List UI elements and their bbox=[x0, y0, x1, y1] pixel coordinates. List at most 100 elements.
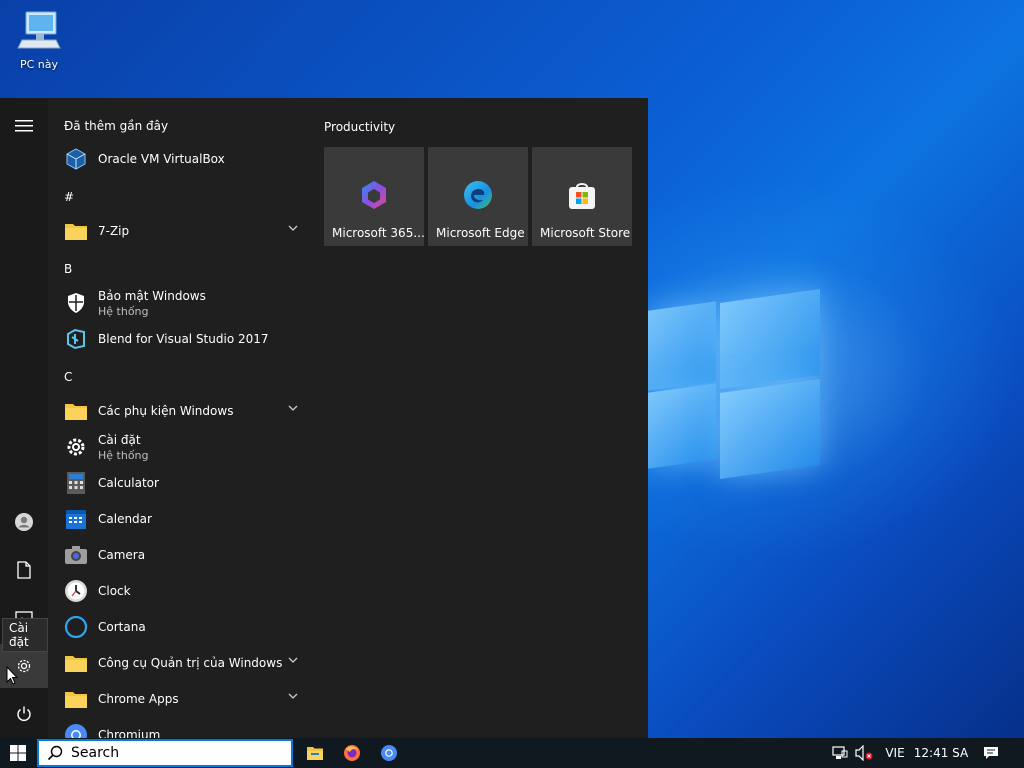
tray-network[interactable] bbox=[828, 738, 852, 768]
calendar-icon bbox=[66, 510, 86, 529]
app-name: Clock bbox=[98, 584, 131, 598]
shield-icon bbox=[68, 293, 84, 313]
app-name: Oracle VM VirtualBox bbox=[98, 152, 225, 166]
search-icon bbox=[47, 745, 63, 761]
app-item-virtualbox[interactable]: Oracle VM VirtualBox bbox=[60, 142, 306, 176]
app-name: Cài đặt bbox=[98, 432, 141, 447]
tray-language[interactable]: VIE bbox=[880, 738, 910, 768]
app-name: Công cụ Quản trị của Windows bbox=[98, 656, 283, 670]
desktop-icon-this-pc[interactable]: PC này bbox=[8, 8, 70, 71]
mouse-cursor-icon bbox=[6, 666, 18, 685]
tray-action-center[interactable] bbox=[976, 738, 1006, 768]
group-header-b[interactable]: B bbox=[64, 262, 72, 276]
group-header-hash[interactable]: # bbox=[64, 190, 74, 204]
tile-microsoft-edge[interactable]: Microsoft Edge bbox=[428, 147, 528, 246]
language-indicator: VIE bbox=[885, 746, 905, 760]
start-button[interactable] bbox=[0, 738, 36, 768]
app-item-windows-security[interactable]: Bảo mật Windows Hệ thống bbox=[60, 286, 306, 320]
computer-icon bbox=[17, 11, 61, 49]
app-item-chrome-apps[interactable]: Chrome Apps bbox=[60, 682, 306, 716]
chevron-down-icon[interactable] bbox=[288, 692, 298, 700]
app-item-clock[interactable]: Clock bbox=[60, 574, 306, 608]
power-icon bbox=[17, 706, 31, 721]
chevron-down-icon[interactable] bbox=[288, 656, 298, 664]
user-icon bbox=[15, 513, 33, 531]
tile-label: Microsoft Store bbox=[540, 226, 631, 240]
app-subtitle: Hệ thống bbox=[98, 448, 149, 462]
document-icon bbox=[17, 561, 31, 579]
user-account-button[interactable] bbox=[0, 500, 48, 544]
start-rail: Cài đặt bbox=[0, 98, 48, 738]
app-name: Camera bbox=[98, 548, 146, 562]
settings-tooltip: Cài đặt bbox=[2, 618, 48, 652]
app-item-cortana[interactable]: Cortana bbox=[60, 610, 306, 644]
folder-icon bbox=[65, 224, 87, 240]
app-item-7zip[interactable]: 7-Zip bbox=[60, 214, 306, 248]
camera-icon bbox=[65, 546, 87, 564]
folder-icon bbox=[65, 656, 87, 672]
chevron-down-icon[interactable] bbox=[288, 404, 298, 412]
clock-time: 12:41 SA bbox=[913, 746, 969, 760]
chromium-icon bbox=[381, 745, 397, 761]
folder-icon bbox=[65, 404, 87, 420]
app-name: Bảo mật Windows bbox=[98, 288, 206, 303]
network-icon bbox=[832, 746, 848, 759]
hamburger-button[interactable] bbox=[0, 104, 48, 148]
volume-muted-icon bbox=[855, 745, 873, 761]
documents-button[interactable] bbox=[0, 548, 48, 592]
taskbar-firefox[interactable] bbox=[334, 738, 370, 768]
app-item-blend[interactable]: Blend for Visual Studio 2017 bbox=[60, 322, 306, 356]
taskbar: Search VIE 12:41 SA bbox=[0, 738, 1024, 768]
app-item-settings[interactable]: Cài đặt Hệ thống bbox=[60, 430, 306, 464]
app-name: Các phụ kiện Windows bbox=[98, 404, 234, 418]
taskbar-file-explorer[interactable] bbox=[297, 738, 333, 768]
app-item-chromium[interactable]: Chromium bbox=[60, 718, 306, 738]
app-name: Chromium bbox=[98, 728, 161, 738]
start-menu: Cài đặt Đã thêm gần đây Oracle VM Virtua… bbox=[0, 98, 648, 738]
hamburger-icon bbox=[15, 120, 33, 132]
taskbar-chromium[interactable] bbox=[371, 738, 407, 768]
notification-icon bbox=[984, 747, 998, 759]
app-item-camera[interactable]: Camera bbox=[60, 538, 306, 572]
store-icon bbox=[569, 183, 595, 209]
app-item-calendar[interactable]: Calendar bbox=[60, 502, 306, 536]
folder-icon bbox=[65, 692, 87, 708]
app-item-calculator[interactable]: Calculator bbox=[60, 466, 306, 500]
app-name: Cortana bbox=[98, 620, 146, 634]
app-item-windows-accessories[interactable]: Các phụ kiện Windows bbox=[60, 394, 306, 428]
blend-icon bbox=[67, 328, 85, 350]
tile-label: Microsoft 365... bbox=[332, 226, 424, 240]
app-name: Chrome Apps bbox=[98, 692, 179, 706]
calculator-icon bbox=[67, 472, 85, 494]
app-name: Blend for Visual Studio 2017 bbox=[98, 332, 269, 346]
tiles-group-title[interactable]: Productivity bbox=[324, 120, 395, 134]
chevron-down-icon[interactable] bbox=[288, 224, 298, 232]
taskbar-search-box[interactable]: Search bbox=[37, 739, 293, 767]
desktop-icon-label: PC này bbox=[19, 58, 59, 71]
firefox-icon bbox=[344, 745, 360, 761]
chromium-icon bbox=[65, 724, 87, 738]
tile-label: Microsoft Edge bbox=[436, 226, 525, 240]
gear-icon bbox=[67, 438, 85, 456]
app-name: 7-Zip bbox=[98, 224, 130, 238]
tile-microsoft-store[interactable]: Microsoft Store bbox=[532, 147, 632, 246]
power-button[interactable] bbox=[0, 692, 48, 736]
tray-volume[interactable] bbox=[852, 738, 876, 768]
virtualbox-icon bbox=[66, 148, 86, 170]
recently-added-header: Đã thêm gần đây bbox=[64, 119, 169, 133]
app-item-admin-tools[interactable]: Công cụ Quản trị của Windows bbox=[60, 646, 306, 680]
group-header-c[interactable]: C bbox=[64, 370, 72, 384]
search-placeholder: Search bbox=[71, 745, 120, 761]
app-name: Calendar bbox=[98, 512, 152, 526]
tiles-area: Productivity Microsoft 365... Microsoft … bbox=[324, 98, 644, 738]
edge-icon bbox=[464, 181, 492, 209]
tile-microsoft-365[interactable]: Microsoft 365... bbox=[324, 147, 424, 246]
tray-clock[interactable]: 12:41 SA bbox=[912, 738, 970, 768]
file-explorer-icon bbox=[307, 747, 323, 760]
app-subtitle: Hệ thống bbox=[98, 304, 149, 318]
wallpaper-windows-logo bbox=[648, 288, 824, 480]
app-name: Calculator bbox=[98, 476, 159, 490]
cortana-icon bbox=[64, 615, 88, 639]
app-list[interactable]: Đã thêm gần đây Oracle VM VirtualBox # 7… bbox=[56, 98, 308, 738]
clock-icon bbox=[65, 580, 87, 602]
